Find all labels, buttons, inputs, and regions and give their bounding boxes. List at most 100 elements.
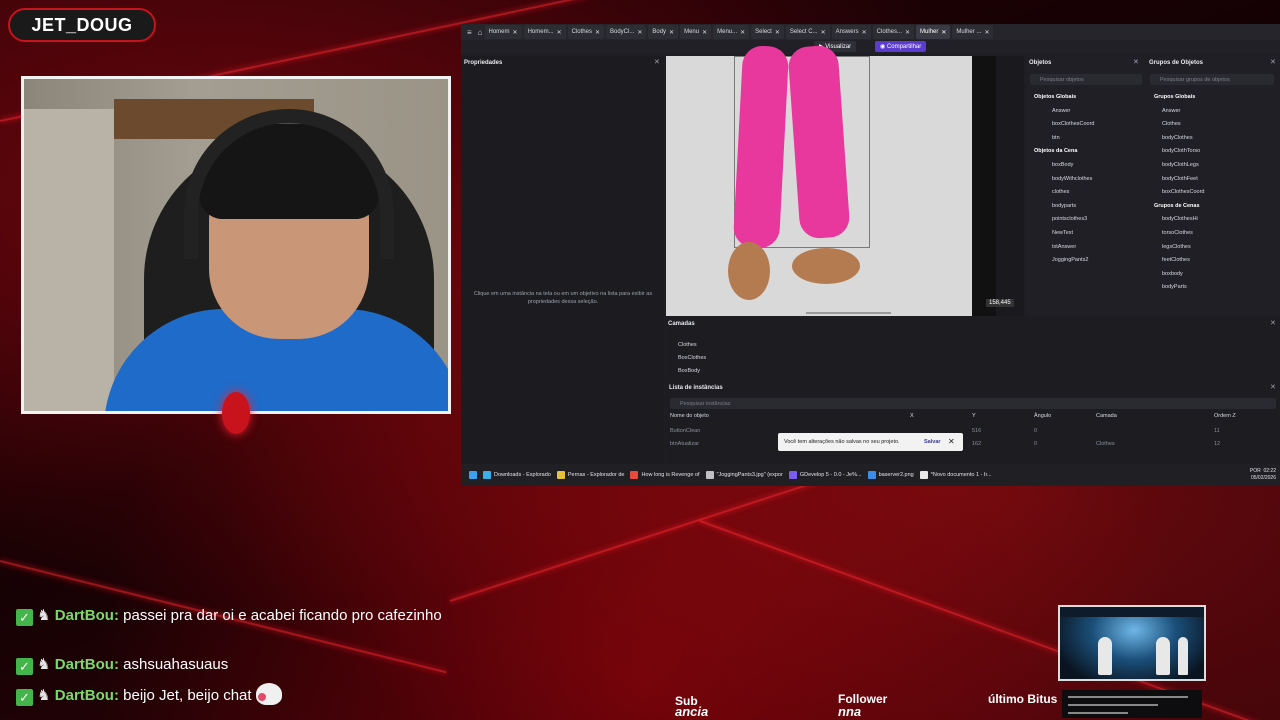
close-tab-icon[interactable]: ✕: [941, 29, 946, 36]
close-icon[interactable]: ✕: [654, 58, 660, 66]
layer-item[interactable]: BoxClothes: [678, 355, 706, 361]
editor-tab[interactable]: Mulher ✕: [916, 25, 951, 39]
editor-tab[interactable]: Clothes... ✕: [872, 25, 915, 39]
group-item[interactable]: bodyClothFeet: [1162, 176, 1198, 182]
scene-editor[interactable]: 158,445: [666, 44, 1024, 316]
table-column-header[interactable]: Nome do objeto: [670, 413, 709, 419]
editor-tab[interactable]: Body ✕: [648, 25, 679, 39]
close-tab-icon[interactable]: ✕: [702, 29, 707, 36]
group-item[interactable]: bodyParts: [1162, 284, 1187, 290]
object-item[interactable]: boxBody: [1052, 162, 1073, 168]
editor-tab-label: Answers: [835, 29, 859, 35]
close-tab-icon[interactable]: ✕: [821, 29, 826, 36]
object-item[interactable]: JoggingPants2: [1052, 257, 1088, 263]
object-item[interactable]: clothes: [1052, 189, 1069, 195]
editor-tab[interactable]: Homem ✕: [484, 25, 522, 39]
object-item[interactable]: bodyWithclothes: [1052, 176, 1092, 182]
table-cell[interactable]: 516: [972, 428, 981, 434]
object-item[interactable]: Answer: [1052, 108, 1070, 114]
table-cell[interactable]: 0: [1034, 441, 1037, 447]
scene-scrollbar[interactable]: [806, 312, 891, 314]
table-cell[interactable]: 11: [1214, 428, 1220, 434]
group-item[interactable]: bodyClothTorso: [1162, 148, 1200, 154]
object-item[interactable]: pointsclothes3: [1052, 216, 1087, 222]
table-column-header[interactable]: Camada: [1096, 413, 1117, 419]
group-item[interactable]: legsClothes: [1162, 244, 1191, 250]
group-item[interactable]: Answer: [1162, 108, 1180, 114]
group-item[interactable]: boxbody: [1162, 271, 1183, 277]
editor-tab[interactable]: Clothes ✕: [567, 25, 604, 39]
group-item[interactable]: bodyClothesHi: [1162, 216, 1198, 222]
close-icon[interactable]: ✕: [1133, 58, 1139, 66]
group-item[interactable]: boxClothesCoord: [1162, 189, 1205, 195]
table-column-header[interactable]: Ângulo: [1034, 413, 1051, 419]
editor-tab[interactable]: Menu... ✕: [713, 25, 750, 39]
close-tab-icon[interactable]: ✕: [862, 29, 867, 36]
table-column-header[interactable]: Ordem Z: [1214, 413, 1236, 419]
group-item[interactable]: feetClothes: [1162, 257, 1190, 263]
close-icon[interactable]: ✕: [1270, 383, 1276, 391]
close-icon[interactable]: ✕: [1270, 319, 1276, 327]
object-item[interactable]: btn: [1052, 135, 1060, 141]
close-icon[interactable]: ✕: [1270, 58, 1276, 66]
scene-canvas[interactable]: [666, 44, 972, 316]
taskbar-item[interactable]: Downloads - Explorado: [483, 471, 551, 479]
close-icon[interactable]: ✕: [948, 437, 955, 446]
taskbar-item[interactable]: baserver2.png: [867, 471, 914, 479]
close-tab-icon[interactable]: ✕: [984, 29, 989, 36]
close-tab-icon[interactable]: ✕: [669, 29, 674, 36]
editor-tab[interactable]: Homem... ✕: [523, 25, 566, 39]
taskbar-item[interactable]: How long is Revenge of: [630, 471, 700, 479]
table-cell[interactable]: 0: [1034, 428, 1037, 434]
close-tab-icon[interactable]: ✕: [740, 29, 745, 36]
object-item[interactable]: bodyparts: [1052, 203, 1076, 209]
layer-item[interactable]: Clothes: [678, 342, 697, 348]
editor-tab[interactable]: Select C... ✕: [785, 25, 830, 39]
scene-edge: [972, 56, 996, 316]
editor-tab[interactable]: Answers ✕: [831, 25, 871, 39]
taskbar-item[interactable]: "JoggingPants3.jpg" (expor: [705, 471, 783, 479]
close-tab-icon[interactable]: ✕: [557, 29, 562, 36]
group-item[interactable]: Clothes: [1162, 121, 1181, 127]
share-button[interactable]: ◉ Compartilhar: [875, 41, 927, 52]
close-tab-icon[interactable]: ✕: [513, 29, 518, 36]
group-item[interactable]: bodyClothes: [1162, 135, 1193, 141]
menu-icon[interactable]: ≡: [467, 28, 472, 37]
editor-tab-label: Body: [652, 29, 667, 35]
editor-tab[interactable]: Menu ✕: [680, 25, 712, 39]
tree-group-header[interactable]: Objetos Globais: [1034, 94, 1076, 100]
chat-username: DartBou: [54, 687, 114, 704]
taskbar-item[interactable]: Pernas - Explorador de: [556, 471, 624, 479]
editor-tab[interactable]: Mulher ... ✕: [952, 25, 994, 39]
table-cell[interactable]: btnAtualizar: [670, 441, 699, 447]
object-item[interactable]: txtAnswer: [1052, 244, 1076, 250]
object-item[interactable]: NewText: [1052, 230, 1073, 236]
table-cell[interactable]: Clothes: [1096, 441, 1115, 447]
close-tab-icon[interactable]: ✕: [595, 29, 600, 36]
close-tab-icon[interactable]: ✕: [905, 29, 910, 36]
group-item[interactable]: torsoClothes: [1162, 230, 1193, 236]
tree-group-header[interactable]: Objetos da Cena: [1034, 148, 1077, 154]
windows-start-icon[interactable]: [469, 471, 477, 479]
save-button[interactable]: Salvar: [924, 439, 941, 445]
close-tab-icon[interactable]: ✕: [637, 29, 642, 36]
taskbar-item[interactable]: *Novo documento 1 - Ir...: [919, 471, 992, 479]
tree-group-header[interactable]: Grupos de Cenas: [1154, 203, 1200, 209]
table-column-header[interactable]: X: [910, 413, 914, 419]
objects-search-input[interactable]: Pesquisar objetos: [1030, 74, 1142, 85]
editor-tab[interactable]: BodyCl... ✕: [605, 25, 647, 39]
table-cell[interactable]: 12: [1214, 441, 1220, 447]
table-cell[interactable]: ButtonClean: [670, 428, 700, 434]
editor-tab[interactable]: Select ✕: [751, 25, 784, 39]
taskbar-clock[interactable]: POR 02:22 05/02/2026: [1250, 468, 1276, 482]
layer-item[interactable]: BoxBody: [678, 368, 700, 374]
groups-search-input[interactable]: Pesquisar grupos de objetos: [1150, 74, 1274, 85]
group-item[interactable]: bodyClothLegs: [1162, 162, 1199, 168]
tree-group-header[interactable]: Grupos Globais: [1154, 94, 1195, 100]
taskbar-item[interactable]: GDevelop 5 - 0.0 - Je%...: [788, 471, 862, 479]
instances-search-input[interactable]: Pesquisar instâncias: [670, 398, 1276, 409]
table-column-header[interactable]: Y: [972, 413, 976, 419]
table-cell[interactable]: 162: [972, 441, 981, 447]
close-tab-icon[interactable]: ✕: [775, 29, 780, 36]
object-item[interactable]: boxClothesCoord: [1052, 121, 1095, 127]
